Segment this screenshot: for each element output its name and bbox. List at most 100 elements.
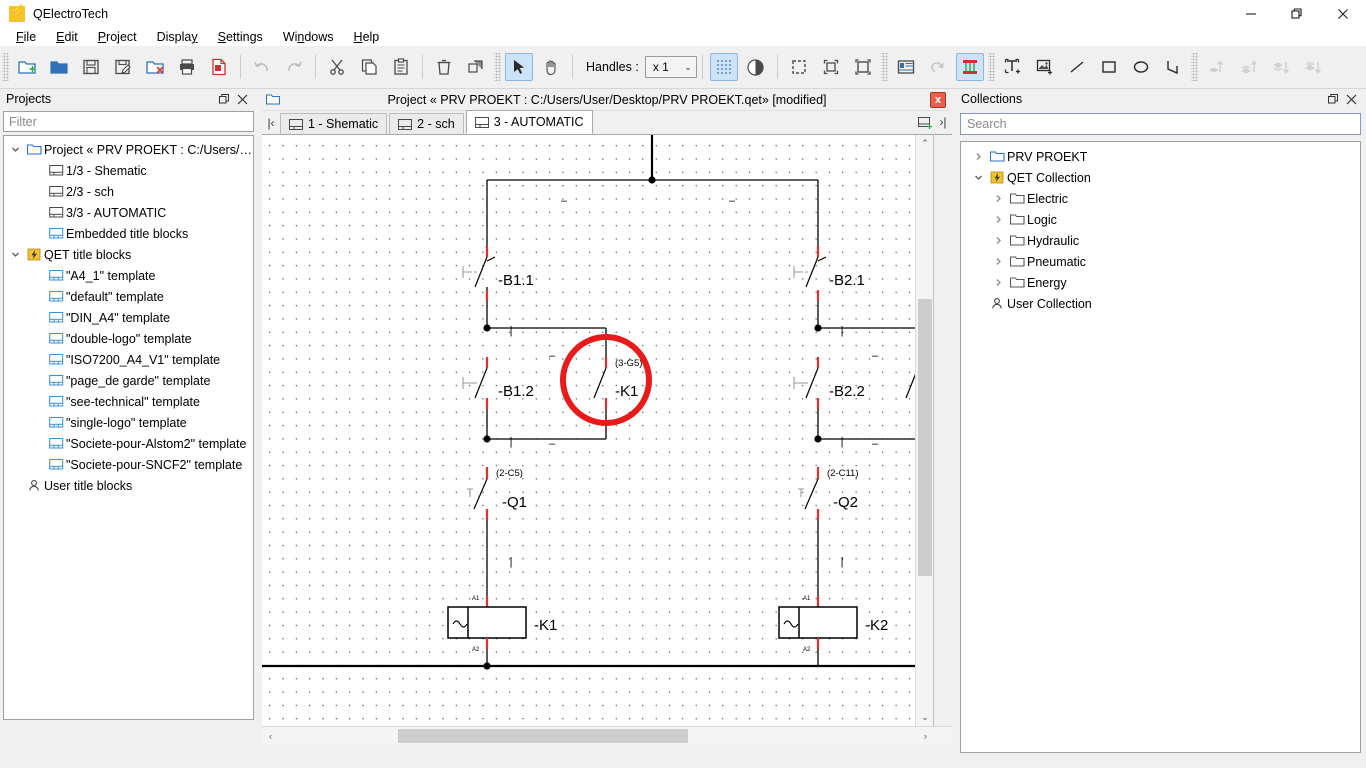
delete-button[interactable] [430, 53, 458, 81]
project-filter-input[interactable]: Filter [3, 111, 254, 132]
select-none-button[interactable] [849, 53, 877, 81]
scroll-left-icon[interactable]: ‹ [262, 727, 279, 745]
projects-tree[interactable]: Project « PRV PROEKT : C:/Users/User...1… [3, 135, 254, 720]
tab-2-sch[interactable]: 2 - sch [389, 113, 464, 134]
document-close-button[interactable]: x [930, 92, 946, 108]
bring-forward-button[interactable] [1202, 53, 1230, 81]
add-image-button[interactable] [1031, 53, 1059, 81]
close-icon[interactable] [1342, 90, 1360, 108]
print-button[interactable] [173, 53, 201, 81]
cut-button[interactable] [323, 53, 351, 81]
edit-titleblock-button[interactable] [892, 53, 920, 81]
tree-item[interactable]: "page_de garde" template [4, 370, 253, 391]
tree-item[interactable]: Embedded title blocks [4, 223, 253, 244]
tree-item[interactable]: "Societe-pour-Alstom2" template [4, 433, 253, 454]
toggle-grid-button[interactable] [710, 53, 738, 81]
tree-item[interactable]: PRV PROEKT [961, 146, 1360, 167]
toolbar-drag-handle[interactable] [988, 53, 995, 81]
tree-item[interactable]: QET title blocks [4, 244, 253, 265]
add-line-button[interactable] [1063, 53, 1091, 81]
add-polyline-button[interactable] [1159, 53, 1187, 81]
chevron-down-icon[interactable] [969, 173, 987, 182]
close-icon[interactable] [233, 90, 251, 108]
tree-item[interactable]: Electric [961, 188, 1360, 209]
rotate-button[interactable] [924, 53, 952, 81]
tree-item[interactable]: Project « PRV PROEKT : C:/Users/User... [4, 139, 253, 160]
undo-button[interactable] [248, 53, 276, 81]
tree-item[interactable]: Pneumatic [961, 251, 1360, 272]
chevron-down-icon[interactable] [6, 250, 24, 259]
tree-item[interactable]: "DIN_A4" template [4, 307, 253, 328]
tree-item[interactable]: "Societe-pour-SNCF2" template [4, 454, 253, 475]
diagram-canvas[interactable]: – -B1.1 | – [262, 135, 934, 726]
collections-search-input[interactable]: Search [960, 113, 1361, 135]
tree-item[interactable]: "double-logo" template [4, 328, 253, 349]
tree-item[interactable]: User title blocks [4, 475, 253, 496]
tree-item[interactable]: 3/3 - AUTOMATIC [4, 202, 253, 223]
pan-tool-button[interactable] [537, 53, 565, 81]
tree-item[interactable]: "ISO7200_A4_V1" template [4, 349, 253, 370]
close-button[interactable] [1320, 0, 1366, 28]
tree-item[interactable]: Logic [961, 209, 1360, 230]
handles-select[interactable]: x 1 ⌄ [645, 56, 697, 78]
close-project-button[interactable] [141, 53, 169, 81]
menu-edit[interactable]: Edit [46, 29, 88, 45]
new-project-button[interactable] [13, 53, 41, 81]
bring-front-button[interactable] [1234, 53, 1262, 81]
tree-item[interactable]: Energy [961, 272, 1360, 293]
chevron-right-icon[interactable] [989, 278, 1007, 287]
paste-button[interactable] [387, 53, 415, 81]
menu-windows[interactable]: Windows [273, 29, 344, 45]
tab-scroll-prev[interactable]: |‹ [262, 112, 280, 134]
tab-3-automatic[interactable]: 3 - AUTOMATIC [466, 110, 593, 134]
chevron-right-icon[interactable] [989, 257, 1007, 266]
scroll-right-icon[interactable]: › [917, 727, 934, 745]
menu-help[interactable]: Help [344, 29, 390, 45]
tree-item[interactable]: "see-technical" template [4, 391, 253, 412]
menu-file[interactable]: File [6, 29, 46, 45]
add-text-button[interactable] [999, 53, 1027, 81]
chevron-right-icon[interactable] [989, 236, 1007, 245]
chevron-down-icon[interactable] [6, 145, 24, 154]
minimize-button[interactable] [1228, 0, 1274, 28]
conductor-autonum-button[interactable] [956, 53, 984, 81]
copy-button[interactable] [355, 53, 383, 81]
float-icon[interactable] [1324, 90, 1342, 108]
select-all-button[interactable] [785, 53, 813, 81]
tab-1-shematic[interactable]: 1 - Shematic [280, 113, 387, 134]
chevron-right-icon[interactable] [969, 152, 987, 161]
canvas-vertical-scrollbar[interactable]: ⌃ ⌄ [915, 135, 933, 726]
float-icon[interactable] [215, 90, 233, 108]
duplicate-shape-button[interactable] [462, 53, 490, 81]
add-ellipse-button[interactable] [1127, 53, 1155, 81]
menu-settings[interactable]: Settings [208, 29, 273, 45]
horizontal-scroll-thumb[interactable] [398, 729, 688, 743]
export-pdf-button[interactable] [205, 53, 233, 81]
maximize-button[interactable] [1274, 0, 1320, 28]
redo-button[interactable] [280, 53, 308, 81]
scroll-up-icon[interactable]: ⌃ [916, 135, 934, 152]
tree-item[interactable]: "default" template [4, 286, 253, 307]
toolbar-drag-handle[interactable] [2, 53, 9, 81]
toolbar-drag-handle[interactable] [1191, 53, 1198, 81]
tree-item[interactable]: User Collection [961, 293, 1360, 314]
toolbar-drag-handle[interactable] [881, 53, 888, 81]
tree-item[interactable]: 2/3 - sch [4, 181, 253, 202]
vertical-scroll-thumb[interactable] [918, 299, 932, 576]
tree-item[interactable]: 1/3 - Shematic [4, 160, 253, 181]
tab-scroll-next[interactable]: ›| [934, 111, 952, 133]
chevron-right-icon[interactable] [989, 215, 1007, 224]
tree-item[interactable]: "single-logo" template [4, 412, 253, 433]
select-tool-button[interactable] [505, 53, 533, 81]
chevron-right-icon[interactable] [989, 194, 1007, 203]
toggle-contrast-button[interactable] [742, 53, 770, 81]
toolbar-drag-handle[interactable] [494, 53, 501, 81]
send-back-button[interactable] [1298, 53, 1326, 81]
scroll-down-icon[interactable]: ⌄ [916, 709, 934, 726]
tree-item[interactable]: "A4_1" template [4, 265, 253, 286]
send-backward-button[interactable] [1266, 53, 1294, 81]
add-rectangle-button[interactable] [1095, 53, 1123, 81]
menu-display[interactable]: Display [147, 29, 208, 45]
select-invert-button[interactable] [817, 53, 845, 81]
add-diagram-icon[interactable] [916, 111, 934, 133]
